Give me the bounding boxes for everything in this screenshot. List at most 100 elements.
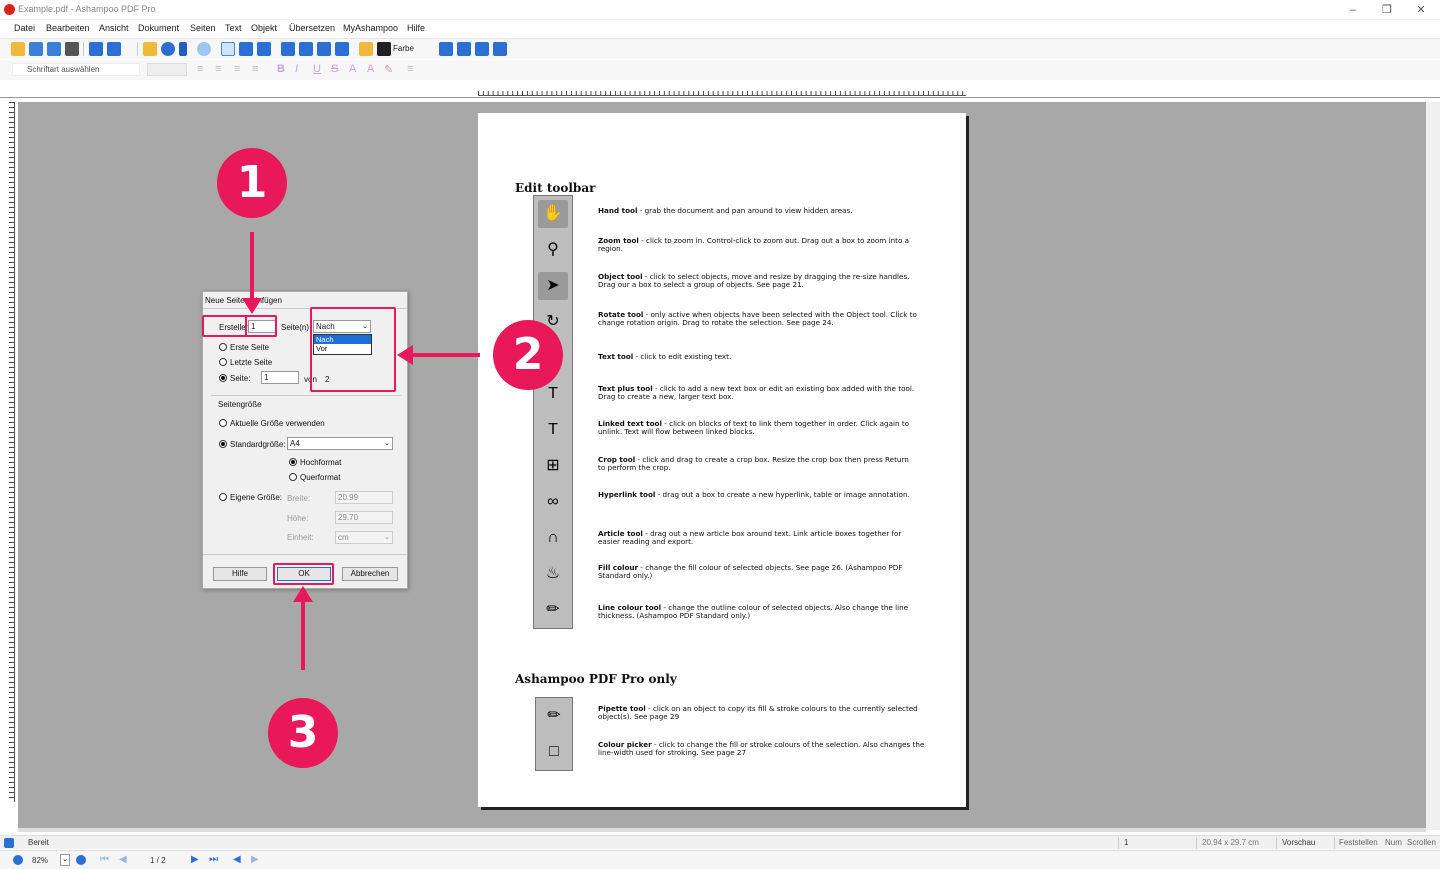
arrow-up-icon — [293, 586, 313, 602]
tool-desc: Hyperlink tool - drag out a box to creat… — [598, 490, 910, 499]
save-as-icon[interactable] — [47, 42, 61, 56]
bold-icon[interactable]: B — [277, 63, 285, 75]
subscript-icon[interactable]: A — [367, 63, 374, 75]
width-input[interactable]: 20.99 — [335, 491, 393, 504]
tool-desc: Text tool - click to edit existing text. — [598, 352, 732, 361]
status-page-size: 20.94 x 29.7 cm — [1202, 838, 1259, 847]
landscape-label: Querformat — [300, 473, 341, 482]
landscape-radio[interactable] — [289, 473, 297, 481]
menu-ansicht[interactable]: Ansicht — [99, 23, 129, 33]
vertical-scrollbar[interactable] — [1426, 102, 1440, 830]
highlight-position-options — [310, 307, 396, 392]
callout-arrow-1 — [250, 232, 254, 302]
rotate-tool-icon[interactable] — [197, 42, 211, 56]
first-page-icon[interactable]: ⏮ — [100, 854, 109, 865]
page-number-input[interactable]: 1 — [261, 371, 299, 384]
minimize-button[interactable]: – — [1336, 2, 1370, 18]
font-size-selector[interactable] — [147, 63, 187, 76]
chevron-down-icon[interactable]: ⌄ — [60, 854, 70, 866]
zoom-out-icon[interactable] — [13, 855, 23, 865]
tool-desc: Rotate tool - only active when objects h… — [598, 310, 917, 327]
text-tool-icon[interactable] — [221, 42, 235, 56]
chevron-down-icon: ⌄ — [384, 534, 390, 541]
object-tool-icon[interactable] — [179, 42, 187, 56]
pipette-tool-icon[interactable] — [359, 42, 373, 56]
extract-page-icon[interactable] — [457, 42, 471, 56]
align-justify-icon[interactable]: ≡ — [252, 63, 258, 75]
menu-dokument[interactable]: Dokument — [138, 23, 179, 33]
main-toolbar: Farbe — [0, 38, 1440, 59]
superscript-icon[interactable]: A — [349, 63, 356, 75]
hand-tool-icon[interactable] — [143, 42, 157, 56]
custom-size-radio[interactable] — [219, 493, 227, 501]
table-tool-icon[interactable] — [335, 42, 349, 56]
current-size-label: Aktuelle Größe verwenden — [230, 419, 325, 428]
height-label: Höhe: — [287, 514, 309, 523]
previous-page-icon[interactable]: ◀ — [119, 854, 127, 865]
color-label[interactable]: Farbe — [393, 44, 414, 53]
insert-page-icon[interactable] — [439, 42, 453, 56]
lock-icon — [4, 838, 14, 848]
menu-datei[interactable]: Datei — [14, 23, 35, 33]
save-icon[interactable] — [29, 42, 43, 56]
forward-icon[interactable]: ▶ — [251, 854, 259, 865]
align-right-icon[interactable]: ≡ — [234, 63, 240, 75]
zoom-in-icon[interactable] — [76, 855, 86, 865]
current-size-radio[interactable] — [219, 419, 227, 427]
fill-color-icon[interactable] — [377, 42, 391, 56]
callout-arrow-3 — [301, 598, 305, 670]
status-ready: Bereit — [28, 838, 49, 847]
page-heading-edit-toolbar: Edit toolbar — [515, 181, 596, 195]
arrow-icon: ➤ — [538, 272, 568, 300]
line-spacing-icon[interactable]: ≡ — [407, 63, 413, 75]
delete-page-icon[interactable] — [493, 42, 507, 56]
button-divider — [203, 554, 407, 555]
height-input[interactable]: 29.70 — [335, 511, 393, 524]
close-button[interactable]: ✕ — [1404, 2, 1438, 18]
page-layout-icon[interactable] — [107, 42, 121, 56]
zoom-level[interactable]: 82% — [32, 856, 48, 865]
article-tool-icon[interactable] — [317, 42, 331, 56]
hyperlink-tool-icon[interactable] — [299, 42, 313, 56]
portrait-radio[interactable] — [289, 458, 297, 466]
font-selector[interactable]: Schriftart auswählen — [12, 63, 140, 76]
zoom-tool-icon[interactable] — [161, 42, 175, 56]
move-page-icon[interactable] — [475, 42, 489, 56]
next-page-icon[interactable]: ▶ — [191, 854, 199, 865]
last-page-icon[interactable]: ⏭ — [209, 854, 218, 865]
highlight-icon[interactable]: ✎ — [384, 63, 393, 76]
standard-size-radio[interactable] — [219, 440, 227, 448]
first-page-radio[interactable] — [219, 343, 227, 351]
page-indicator[interactable]: 1 / 2 — [150, 856, 166, 865]
zoom-icon: ⚲ — [538, 236, 568, 264]
single-page-icon[interactable] — [89, 42, 103, 56]
restore-button[interactable]: ❐ — [1370, 2, 1404, 18]
text-plus-tool-icon[interactable] — [239, 42, 253, 56]
crop-tool-icon[interactable] — [281, 42, 295, 56]
underline-icon[interactable]: U — [313, 63, 321, 75]
page-radio[interactable] — [219, 374, 227, 382]
unit-select[interactable]: cm ⌄ — [335, 531, 393, 544]
menu-seiten[interactable]: Seiten — [190, 23, 216, 33]
align-center-icon[interactable]: ≡ — [215, 63, 221, 75]
menu-objekt[interactable]: Objekt — [251, 23, 277, 33]
menu-text[interactable]: Text — [225, 23, 242, 33]
menu-bearbeiten[interactable]: Bearbeiten — [46, 23, 90, 33]
linked-text-tool-icon[interactable] — [257, 42, 271, 56]
menu-bar: Datei Bearbeiten Ansicht Dokument Seiten… — [0, 20, 1440, 37]
last-page-radio[interactable] — [219, 358, 227, 366]
italic-icon[interactable]: I — [295, 63, 298, 75]
open-folder-icon[interactable] — [11, 42, 25, 56]
cancel-button[interactable]: Abbrechen — [342, 567, 398, 581]
back-icon[interactable]: ◀ — [233, 854, 241, 865]
menu-uebersetzen[interactable]: Übersetzen — [289, 23, 335, 33]
print-icon[interactable] — [65, 42, 79, 56]
standard-size-select[interactable]: A4 ⌄ — [287, 437, 393, 450]
menu-myashampoo[interactable]: MyAshampoo — [343, 23, 398, 33]
align-left-icon[interactable]: ≡ — [197, 63, 203, 75]
horizontal-scrollbar[interactable] — [18, 828, 1426, 832]
help-button[interactable]: Hilfe — [213, 567, 267, 581]
tool-desc: Hand tool - grab the document and pan ar… — [598, 206, 853, 215]
menu-hilfe[interactable]: Hilfe — [407, 23, 425, 33]
strikethrough-icon[interactable]: S — [331, 63, 338, 75]
